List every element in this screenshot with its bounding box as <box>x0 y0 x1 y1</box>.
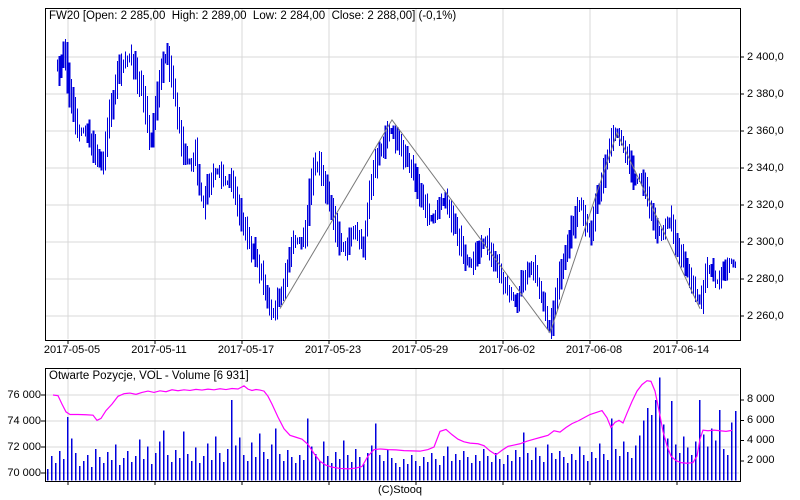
volume-tick-label: 8 000 <box>747 393 775 406</box>
volume-panel-title: Otwarte Pozycje, VOL - Volume [6 931] <box>49 370 249 382</box>
price-bars <box>57 39 736 339</box>
copyright-footer: (C)Stooq <box>377 484 423 496</box>
volume-tick-label: 6 000 <box>747 413 775 426</box>
price-tick-label: 2 340,0 <box>747 161 784 174</box>
date-tick-label: 2017-06-14 <box>652 344 710 356</box>
date-tick-label: 2017-05-29 <box>391 344 449 356</box>
price-panel-title: FW20 [Open: 2 285,00 High: 2 289,00 Low:… <box>49 10 457 22</box>
date-tick-label: 2017-05-23 <box>304 344 362 356</box>
volume-bars <box>47 377 737 481</box>
date-tick-label: 2017-05-11 <box>131 344 187 356</box>
stooq-futures-chart: FW20 [Open: 2 285,00 High: 2 289,00 Low:… <box>0 0 800 500</box>
date-tick-label: 2017-06-02 <box>478 344 536 356</box>
date-tick-label: 2017-05-05 <box>43 344 101 356</box>
price-tick-label: 2 320,0 <box>747 198 784 211</box>
open-interest-tick-label: 70 000 <box>7 466 41 479</box>
open-interest-tick-label: 76 000 <box>7 388 41 401</box>
open-interest-tick-label: 72 000 <box>7 440 41 453</box>
open-interest-tick-label: 74 000 <box>7 414 41 427</box>
price-tick-label: 2 360,0 <box>747 124 784 137</box>
price-tick-label: 2 260,0 <box>747 309 784 322</box>
panel-borders <box>45 8 741 482</box>
date-tick-label: 2017-06-08 <box>565 344 623 356</box>
price-tick-label: 2 280,0 <box>747 272 784 285</box>
price-tick-label: 2 400,0 <box>747 50 784 63</box>
trend-zigzag-line <box>279 118 701 334</box>
price-tick-label: 2 300,0 <box>747 235 784 248</box>
chart-canvas <box>41 8 744 485</box>
volume-tick-label: 4 000 <box>747 434 775 447</box>
volume-tick-label: 2 000 <box>747 454 775 467</box>
date-tick-label: 2017-05-17 <box>217 344 275 356</box>
price-tick-label: 2 380,0 <box>747 87 784 100</box>
